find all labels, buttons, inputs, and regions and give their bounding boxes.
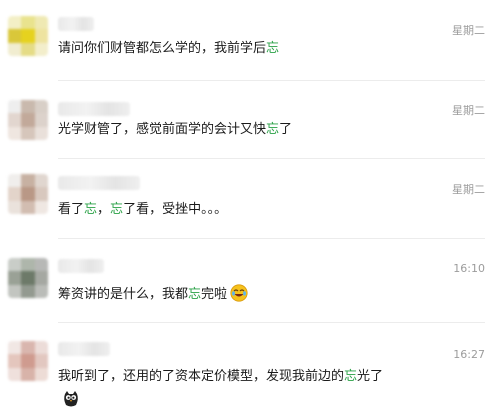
- username-redacted: [58, 342, 110, 356]
- highlighted-keyword: 忘: [84, 202, 98, 217]
- divider: [58, 238, 485, 239]
- avatar[interactable]: [8, 100, 48, 140]
- avatar[interactable]: [8, 258, 48, 298]
- text-segment: 我听到了，还用的了资本定价模型，发现我前边的: [58, 369, 345, 384]
- divider: [58, 80, 485, 81]
- divider: [58, 158, 485, 159]
- comment-time: 星期二: [452, 183, 485, 196]
- comment-text: 光学财管了，感觉前面学的会计又快忘了: [58, 121, 292, 139]
- text-segment: 请问你们财管都怎么学的，我前学后: [58, 41, 267, 56]
- text-segment: 光学财管了，感觉前面学的会计又快: [58, 122, 267, 137]
- text-segment: ，: [97, 202, 111, 217]
- highlighted-keyword: 忘: [344, 369, 358, 384]
- text-segment: 完啦: [201, 287, 228, 302]
- comment-time: 星期二: [452, 24, 485, 37]
- text-segment: 了看，受挫中。。。: [123, 202, 228, 217]
- comment-list: 星期二 请问你们财管都怎么学的，我前学后忘 星期二 光学财管了，感觉前面学的会计又快忘…: [0, 0, 501, 418]
- username-redacted: [58, 102, 130, 116]
- text-segment: 了: [279, 122, 293, 137]
- divider: [58, 322, 485, 323]
- highlighted-keyword: 忘: [188, 287, 202, 302]
- highlighted-keyword: 忘: [266, 41, 280, 56]
- text-segment: 看了: [58, 202, 85, 217]
- highlighted-keyword: 忘: [266, 122, 280, 137]
- avatar[interactable]: [8, 16, 48, 56]
- username-redacted: [58, 17, 94, 31]
- comment-text: 请问你们财管都怎么学的，我前学后忘: [58, 40, 279, 58]
- username-redacted: [58, 176, 140, 190]
- avatar[interactable]: [8, 341, 48, 381]
- comment-time: 星期二: [452, 104, 485, 117]
- owl-emoji-icon: [62, 390, 80, 412]
- highlighted-keyword: 忘: [110, 202, 124, 217]
- laughing-crying-emoji-icon: [230, 284, 248, 308]
- comment-text: 看了忘，忘了看，受挫中。。。: [58, 201, 227, 219]
- text-segment: 筹资讲的是什么，我都: [58, 287, 189, 302]
- comment-time: 16:10: [453, 262, 485, 275]
- avatar[interactable]: [8, 174, 48, 214]
- comment-text: 筹资讲的是什么，我都忘完啦: [58, 284, 248, 308]
- text-segment: 光了: [357, 369, 384, 384]
- username-redacted: [58, 259, 104, 273]
- comment-text: 我听到了，还用的了资本定价模型，发现我前边的忘光了: [58, 368, 383, 386]
- comment-time: 16:27: [453, 348, 485, 361]
